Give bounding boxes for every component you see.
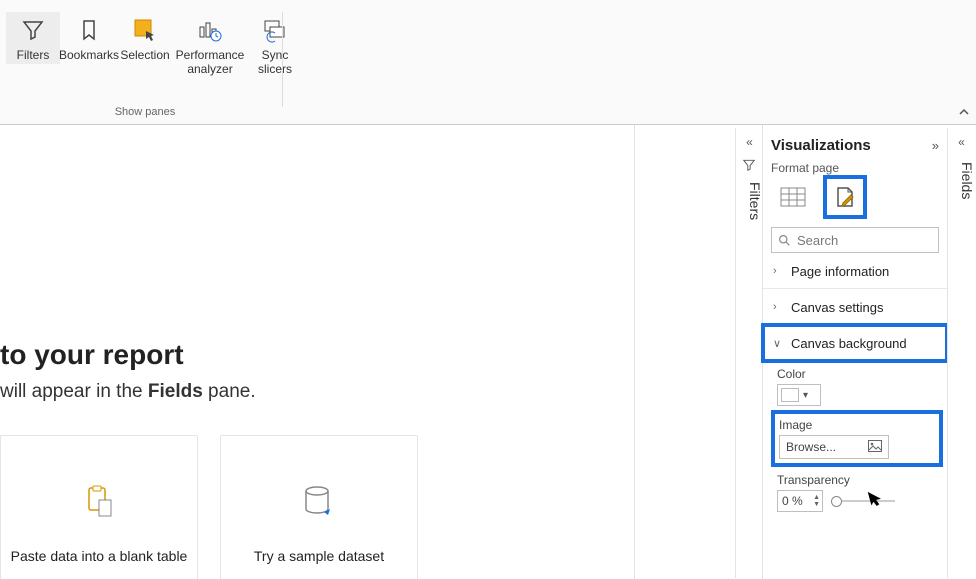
card-label: Paste data into a blank table xyxy=(11,548,188,564)
image-file-icon xyxy=(868,440,882,455)
visualizations-header: Visualizations » xyxy=(771,131,939,159)
canvas-subheading: will appear in the Fields pane. xyxy=(0,381,256,403)
filters-icon xyxy=(736,158,762,172)
color-picker[interactable]: ▾ xyxy=(777,384,821,406)
canvas-subheading-prefix: will appear in the xyxy=(0,381,148,402)
visualizations-title: Visualizations xyxy=(771,137,871,154)
ribbon-expand-toggle[interactable] xyxy=(958,106,970,120)
color-swatch xyxy=(781,388,799,402)
search-wrap: Search xyxy=(771,227,939,253)
image-browse-button[interactable]: Browse... xyxy=(779,435,889,459)
card-sample-dataset[interactable]: Try a sample dataset xyxy=(220,435,418,579)
ribbon-button-label: Bookmarks xyxy=(59,48,119,62)
report-canvas-area: to your report will appear in the Fields… xyxy=(0,125,735,579)
color-label: Color xyxy=(777,367,937,381)
transparency-value: 0 xyxy=(782,494,789,508)
canvas-subheading-bold: Fields xyxy=(148,381,203,402)
chevron-right-icon: › xyxy=(773,301,785,313)
section-label: Canvas settings xyxy=(791,300,884,315)
ribbon-divider xyxy=(282,12,283,107)
filters-pane-collapsed: « Filters xyxy=(735,128,762,578)
database-icon xyxy=(299,482,339,522)
tab-format-page[interactable] xyxy=(829,181,861,213)
ribbon-group-show-panes: Filters Bookmarks Selection Performance … xyxy=(6,12,302,78)
chevron-right-icon: › xyxy=(773,265,785,277)
card-paste-data[interactable]: Paste data into a blank table xyxy=(0,435,198,579)
format-page-subtitle: Format page xyxy=(771,161,939,175)
fields-rail-label: Fields xyxy=(948,162,975,199)
slider-thumb[interactable] xyxy=(831,496,842,507)
canvas-background-body: Color ▾ Image Browse... Transparency 0 %… xyxy=(771,361,939,514)
fields-expand-button[interactable]: « xyxy=(948,132,975,152)
fields-pane-collapsed: « Fields xyxy=(947,128,974,578)
card-label: Try a sample dataset xyxy=(254,548,384,564)
search-placeholder: Search xyxy=(797,233,838,248)
canvas-heading: to your report xyxy=(0,339,184,371)
chevron-down-icon: ▾ xyxy=(803,390,808,401)
ribbon-button-label: Selection xyxy=(120,48,169,62)
funnel-icon xyxy=(19,16,47,44)
chevron-down-icon: ∨ xyxy=(773,337,785,350)
section-page-information[interactable]: › Page information xyxy=(763,253,947,289)
ribbon-button-filters[interactable]: Filters xyxy=(6,12,60,64)
ribbon: Filters Bookmarks Selection Performance … xyxy=(0,0,976,125)
transparency-unit: % xyxy=(792,494,803,508)
sync-slicers-icon xyxy=(261,16,289,44)
ribbon-button-label: Sync slicers xyxy=(258,48,292,76)
transparency-field-group: Transparency 0 % ▲▼ xyxy=(777,473,937,512)
performance-icon xyxy=(196,16,224,44)
clipboard-icon xyxy=(79,482,119,522)
ribbon-button-label: Filters xyxy=(17,48,50,62)
ribbon-button-bookmarks[interactable]: Bookmarks xyxy=(62,12,116,64)
section-label: Page information xyxy=(791,264,889,279)
ribbon-group-caption: Show panes xyxy=(60,106,230,118)
browse-label: Browse... xyxy=(786,440,836,454)
transparency-label: Transparency xyxy=(777,473,937,487)
transparency-slider[interactable] xyxy=(831,494,895,508)
format-tabs xyxy=(777,181,939,213)
visualizations-pane: Visualizations » Format page Search › Pa… xyxy=(762,125,947,579)
image-label: Image xyxy=(779,418,935,432)
filters-expand-button[interactable]: « xyxy=(736,132,763,152)
page-brush-icon xyxy=(833,185,857,209)
search-icon xyxy=(778,234,791,247)
bookmark-icon xyxy=(75,16,103,44)
section-canvas-settings[interactable]: › Canvas settings xyxy=(763,289,947,325)
selection-icon xyxy=(131,16,159,44)
transparency-number-input[interactable]: 0 % ▲▼ xyxy=(777,490,823,512)
filters-rail-label: Filters xyxy=(736,182,763,220)
spinner-icons[interactable]: ▲▼ xyxy=(813,494,822,508)
section-label: Canvas background xyxy=(791,336,907,351)
search-input[interactable]: Search xyxy=(771,227,939,253)
visualizations-collapse-button[interactable]: » xyxy=(932,138,939,153)
image-field-group: Image Browse... xyxy=(777,416,937,461)
ribbon-button-sync-slicers[interactable]: Sync slicers xyxy=(248,12,302,78)
get-data-cards: Paste data into a blank table Try a samp… xyxy=(0,435,418,579)
section-canvas-background[interactable]: ∨ Canvas background xyxy=(763,325,947,361)
ribbon-button-label: Performance analyzer xyxy=(176,48,245,76)
ribbon-button-performance-analyzer[interactable]: Performance analyzer xyxy=(174,12,246,78)
tab-visual[interactable] xyxy=(777,181,809,213)
canvas-subheading-suffix: pane. xyxy=(203,381,256,402)
ribbon-button-selection[interactable]: Selection xyxy=(118,12,172,64)
grid-icon xyxy=(780,187,806,207)
